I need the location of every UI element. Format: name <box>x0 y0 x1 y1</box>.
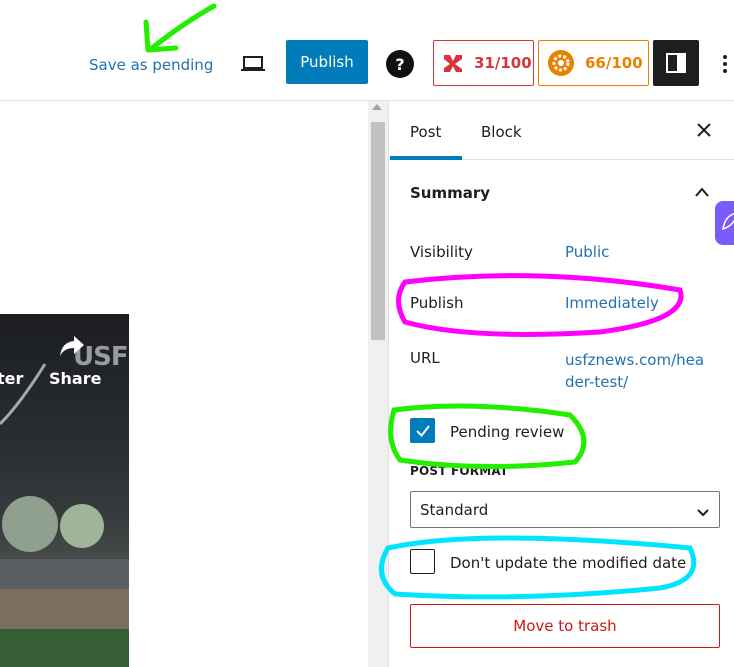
preview-button[interactable] <box>240 52 266 76</box>
url-label: URL <box>410 349 440 367</box>
checkmark-icon <box>415 424 430 437</box>
move-to-trash-button[interactable]: Move to trash <box>410 604 720 648</box>
post-format-value: Standard <box>420 500 489 519</box>
publish-button[interactable]: Publish <box>286 40 368 84</box>
m-logo-icon <box>442 52 464 74</box>
tab-post[interactable]: Post <box>410 123 441 141</box>
settings-sidebar: Post Block Summary Visibility Public Pub… <box>388 101 734 667</box>
usf-logo: USF <box>73 342 129 372</box>
close-sidebar-button[interactable] <box>695 121 713 139</box>
visibility-label: Visibility <box>410 243 473 261</box>
post-format-label: POST FORMAT <box>410 464 509 478</box>
readability-score-button[interactable]: 66/100 <box>538 40 649 86</box>
save-as-pending-link[interactable]: Save as pending <box>89 56 213 74</box>
scrollbar-thumb[interactable] <box>371 122 385 340</box>
url-value-link[interactable]: usfznews.com/hea der-test/ <box>565 349 715 393</box>
summary-panel-title[interactable]: Summary <box>410 184 490 202</box>
chevron-up-icon[interactable] <box>694 183 710 202</box>
feather-icon <box>722 212 734 231</box>
active-tab-indicator <box>390 156 462 160</box>
chevron-down-icon <box>697 504 709 522</box>
video-title-fragment: ter <box>0 369 24 388</box>
visibility-value-link[interactable]: Public <box>565 243 609 261</box>
seo-score-button[interactable]: 31/100 <box>433 40 534 86</box>
share-label: Share <box>49 369 102 388</box>
video-embed[interactable]: ter USF Share <box>0 314 129 667</box>
sidebar-tabs: Post Block <box>389 101 734 160</box>
kebab-dot-icon <box>723 62 727 66</box>
publish-date-link[interactable]: Immediately <box>565 294 659 312</box>
dont-update-modified-label[interactable]: Don't update the modified date <box>450 554 686 572</box>
editor-toolbar: Save as pending Publish ? 31/100 66/100 <box>0 0 734 101</box>
more-options-button[interactable] <box>716 52 734 76</box>
gear-badge-icon <box>547 49 575 77</box>
post-format-select[interactable]: Standard <box>410 491 720 528</box>
scroll-up-arrow-icon[interactable] <box>372 104 382 110</box>
pending-review-checkbox[interactable] <box>410 418 435 443</box>
readability-score-value: 66/100 <box>585 54 643 72</box>
kebab-dot-icon <box>723 55 727 59</box>
dont-update-modified-checkbox[interactable] <box>410 549 435 574</box>
sidebar-icon <box>666 53 686 73</box>
laptop-icon <box>241 56 265 71</box>
seo-score-value: 31/100 <box>474 54 532 72</box>
floating-assistant-tab[interactable] <box>715 201 734 245</box>
help-button[interactable]: ? <box>386 50 414 78</box>
kebab-dot-icon <box>723 69 727 73</box>
publish-label: Publish <box>410 294 464 312</box>
question-icon: ? <box>395 54 405 74</box>
pending-review-label[interactable]: Pending review <box>450 423 564 441</box>
settings-sidebar-toggle[interactable] <box>653 40 699 86</box>
close-icon <box>697 123 711 137</box>
tab-block[interactable]: Block <box>481 123 522 141</box>
